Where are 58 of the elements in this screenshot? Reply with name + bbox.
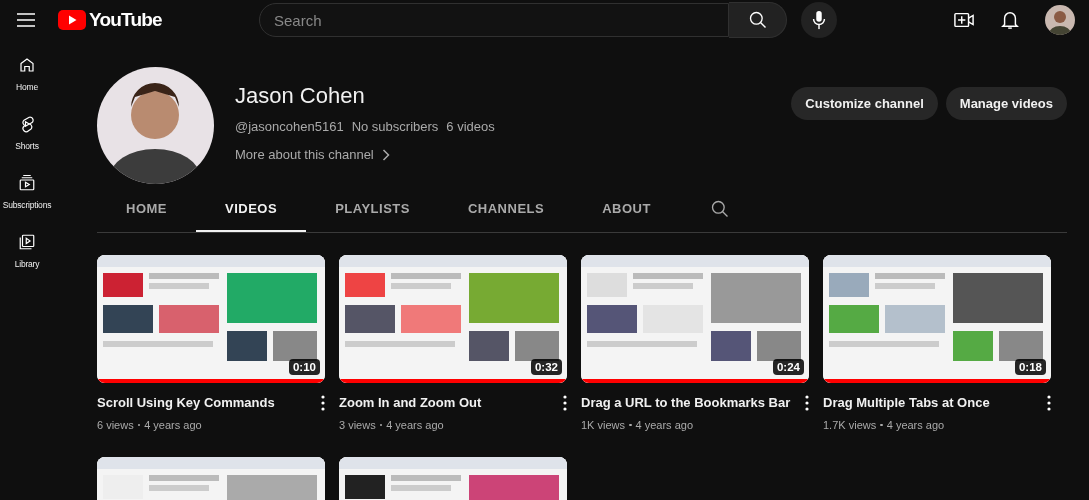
channel-action-button[interactable]: Customize channel <box>791 87 938 120</box>
video-title[interactable]: Drag a URL to the Bookmarks Bar <box>581 395 791 410</box>
upload-age: 4 years ago <box>635 419 693 431</box>
view-count: 3 views <box>339 419 376 431</box>
video-thumbnail[interactable]: 0:18 <box>823 255 1051 383</box>
subscriber-count: No subscribers <box>351 119 439 134</box>
channel-tab[interactable]: CHANNELS <box>438 186 574 232</box>
video-thumbnail[interactable]: 0:10 <box>97 255 325 383</box>
menu-button[interactable] <box>16 12 36 28</box>
channel-handle: @jasoncohen5161 <box>235 119 344 134</box>
channel-action-button[interactable]: Manage videos <box>945 87 1067 120</box>
more-options-icon[interactable] <box>563 395 567 411</box>
video-title[interactable]: Scroll Using Key Commands <box>97 395 275 410</box>
search-field[interactable]: Search <box>259 3 729 37</box>
channel-tab[interactable]: HOME <box>97 186 196 232</box>
home-icon <box>18 56 36 74</box>
sidebar-item[interactable]: Library <box>0 233 54 269</box>
channel-tab[interactable]: ABOUT <box>573 186 680 232</box>
account-avatar[interactable] <box>1045 5 1075 35</box>
channel-tab[interactable]: PLAYLISTS <box>306 186 439 232</box>
upload-age: 4 years ago <box>886 419 945 431</box>
search-icon[interactable] <box>709 199 730 219</box>
video-duration: 0:10 <box>288 359 320 375</box>
video-count: 6 videos <box>446 119 495 134</box>
create-video-button[interactable] <box>953 10 975 30</box>
subscriptions-icon <box>18 174 36 192</box>
channel-tab[interactable]: VIDEOS <box>196 186 307 232</box>
video-duration: 0:18 <box>1014 359 1046 375</box>
sidebar-item[interactable]: Shorts <box>0 115 54 151</box>
video-duration: 0:24 <box>772 359 804 375</box>
sidebar-item[interactable]: Home <box>0 56 54 92</box>
library-icon <box>18 233 36 251</box>
chevron-right-icon <box>381 148 390 161</box>
separator-dot-icon <box>629 423 632 427</box>
more-options-icon[interactable] <box>805 395 809 411</box>
view-count: 1K views <box>581 419 626 431</box>
separator-dot-icon <box>880 423 883 427</box>
bell-icon[interactable] <box>1001 10 1019 30</box>
view-count: 1.7K views <box>823 419 877 431</box>
upload-age: 4 years ago <box>386 419 444 431</box>
logo-text[interactable]: YouTube <box>89 9 162 31</box>
search-button[interactable] <box>729 2 787 38</box>
microphone-button[interactable] <box>801 2 837 38</box>
microphone-icon <box>811 10 827 30</box>
play-logo-icon <box>58 10 86 30</box>
video-title[interactable]: Drag Multiple Tabs at Once <box>823 395 990 410</box>
search-icon <box>747 10 768 30</box>
video-thumbnail[interactable]: 0:32 <box>339 255 567 383</box>
video-title[interactable]: Zoom In and Zoom Out <box>339 395 482 410</box>
more-options-icon[interactable] <box>1047 395 1051 411</box>
channel-name: Jason Cohen <box>235 83 366 109</box>
video-duration: 0:32 <box>530 359 562 375</box>
upload-age: 4 years ago <box>144 419 202 431</box>
view-count: 6 views <box>97 419 134 431</box>
sidebar-item[interactable]: Subscriptions <box>0 174 54 210</box>
video-thumbnail[interactable]: 0:24 <box>581 255 809 383</box>
about-channel-link[interactable]: More about this channel <box>235 147 495 162</box>
more-options-icon[interactable] <box>321 395 325 411</box>
